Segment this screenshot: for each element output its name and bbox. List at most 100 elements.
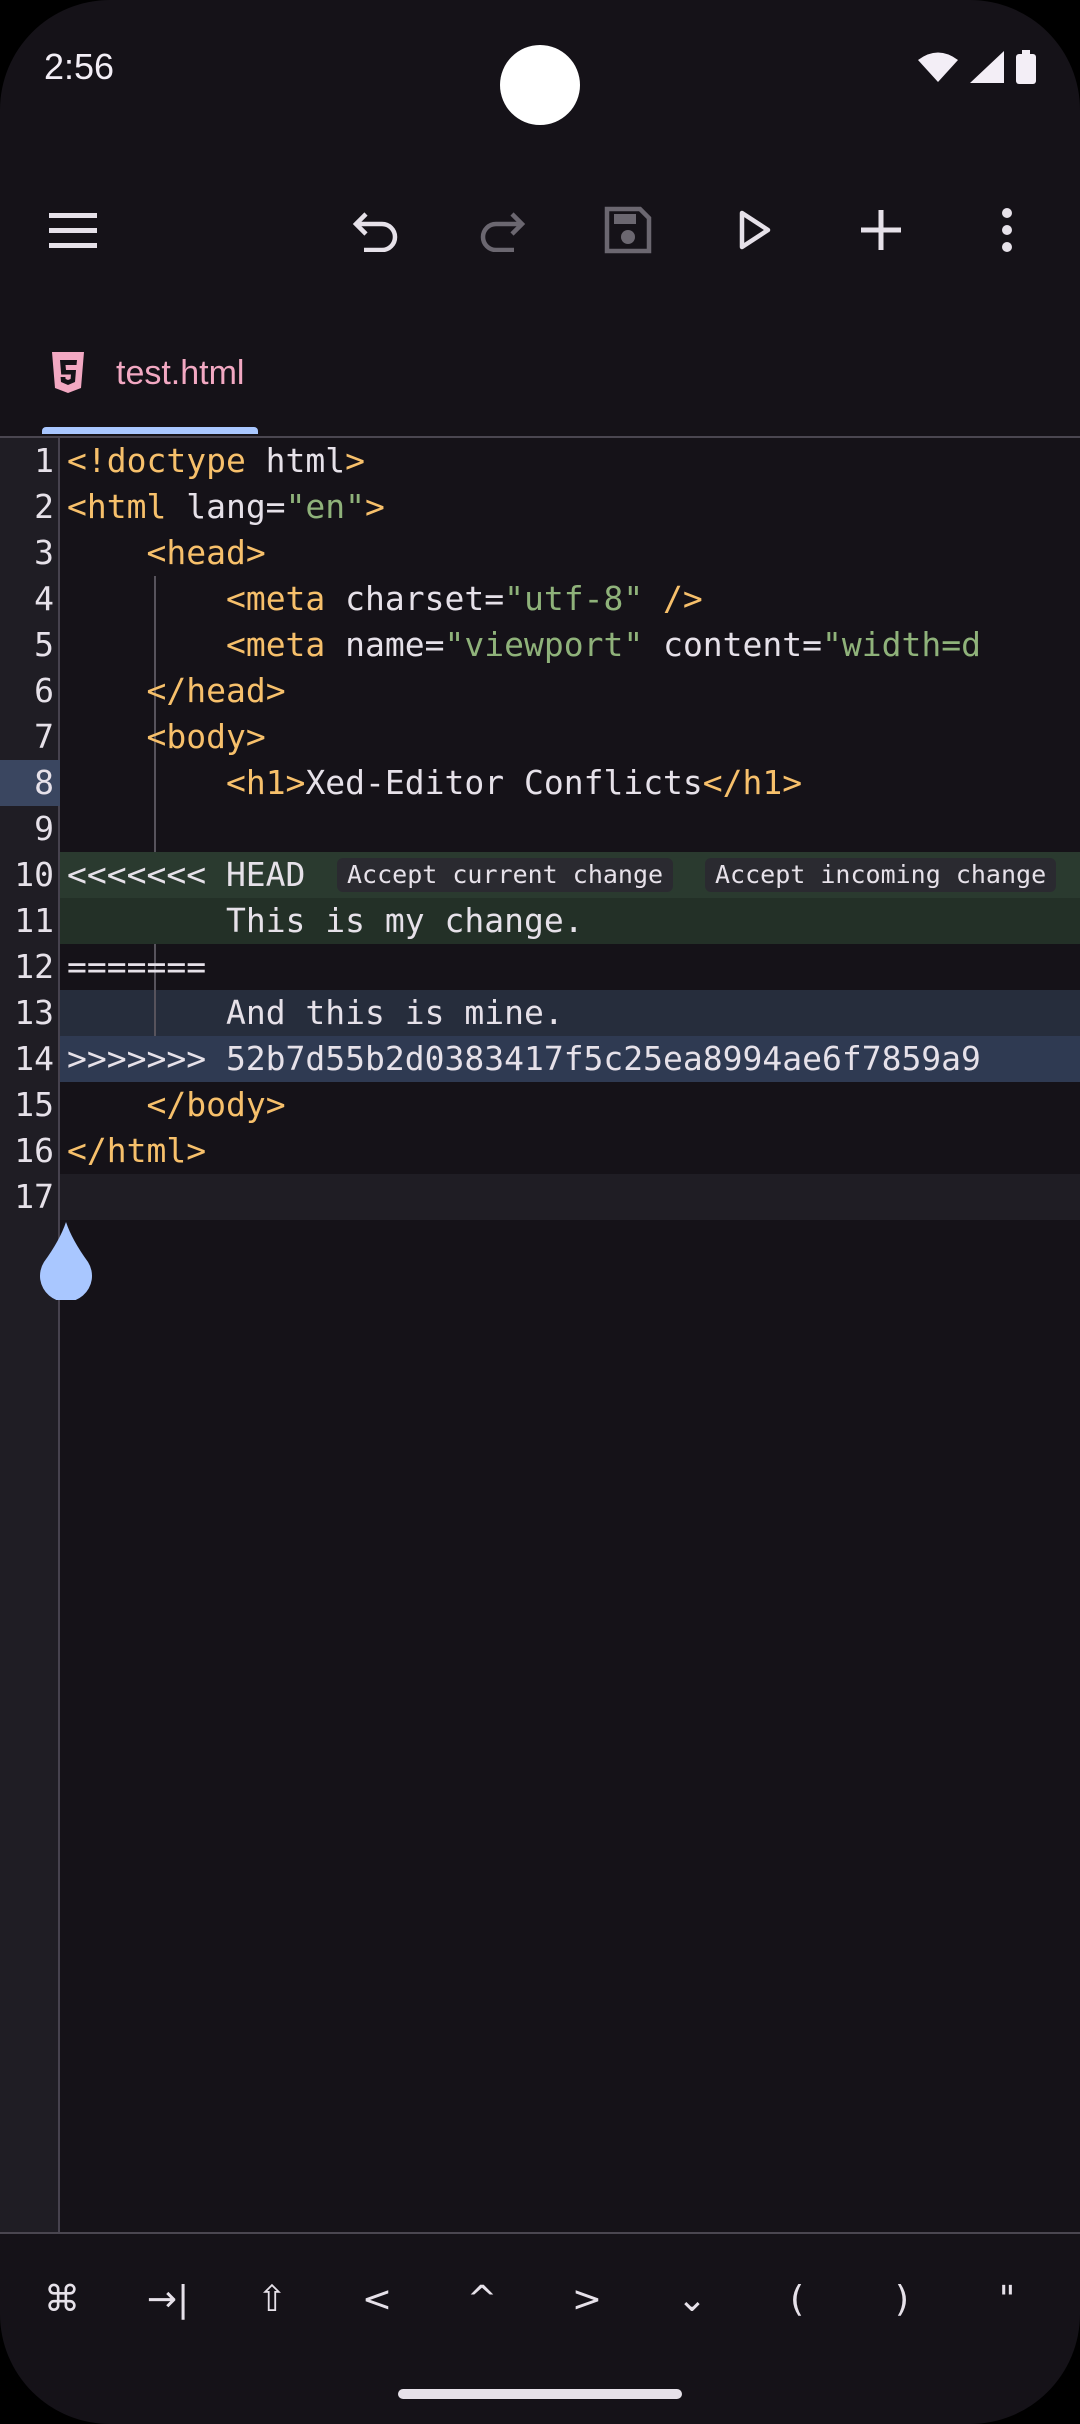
redo-icon[interactable] — [446, 175, 556, 285]
code-token: "width=d — [822, 625, 981, 664]
cursor-handle-icon[interactable] — [38, 1222, 94, 1300]
conflict-incoming-marker: >>>>>>> 52b7d55b2d0383417f5c25ea8994ae6f… — [67, 1039, 981, 1078]
code-token: <!doctype — [67, 441, 246, 480]
line-number: 8 — [34, 763, 54, 802]
conflict-marker-incoming[interactable]: 14 >>>>>>> 52b7d55b2d0383417f5c25ea8994a… — [0, 1036, 1080, 1082]
wifi-icon — [918, 52, 958, 82]
code-token: This is my change. — [225, 901, 584, 940]
code-token: </head> — [146, 671, 286, 710]
code-token: <h1> — [225, 763, 306, 802]
key-close-paren[interactable]: ) — [850, 2234, 954, 2364]
code-token: ======= — [67, 947, 207, 986]
code-line[interactable]: 15 </body> — [0, 1082, 1080, 1128]
conflict-head-marker: <<<<<<< HEAD — [67, 855, 306, 894]
key-tab[interactable]: →| — [116, 2234, 220, 2364]
code-token: And this is mine. — [225, 993, 564, 1032]
key-quote[interactable]: " — [955, 2234, 1059, 2364]
code-token: <meta — [225, 625, 326, 664]
line-number: 5 — [34, 625, 54, 664]
code-line[interactable]: 8 <h1>Xed-Editor Conflicts</h1> — [0, 760, 1080, 806]
key-down[interactable]: ⌄ — [640, 2234, 744, 2364]
line-number: 2 — [34, 487, 54, 526]
code-line[interactable]: 13 And this is mine. — [0, 990, 1080, 1036]
code-token: <html — [67, 487, 167, 526]
app-screen: 2:56 test.html 1 <!doctype html> 2 <html… — [0, 0, 1080, 2424]
code-token: html — [245, 441, 346, 480]
html5-icon — [52, 352, 84, 393]
line-number: 4 — [34, 579, 54, 618]
code-line[interactable]: 3 <head> — [0, 530, 1080, 576]
extra-keys-bar: ⌘ →| ⇧ < ^ > ⌄ ( ) " — [0, 2232, 1080, 2364]
code-token: name= — [325, 625, 445, 664]
code-token: </html> — [67, 1131, 207, 1170]
code-token: lang= — [166, 487, 286, 526]
line-number: 3 — [34, 533, 54, 572]
key-command[interactable]: ⌘ — [10, 2234, 114, 2364]
code-token: charset= — [325, 579, 505, 618]
code-line[interactable]: 11 This is my change. — [0, 898, 1080, 944]
signal-icon — [970, 51, 1004, 83]
code-token: </body> — [146, 1085, 286, 1124]
line-number: 14 — [14, 1039, 54, 1078]
undo-icon[interactable] — [322, 175, 432, 285]
code-line[interactable]: 16 </html> — [0, 1128, 1080, 1174]
code-token: <meta — [225, 579, 326, 618]
code-token: "en" — [285, 487, 366, 526]
line-number: 12 — [14, 947, 54, 986]
line-number: 9 — [34, 809, 54, 848]
line-number: 1 — [34, 441, 54, 480]
code-token: "viewport" — [444, 625, 644, 664]
code-line[interactable]: 9 — [0, 806, 1080, 852]
key-left[interactable]: < — [325, 2234, 429, 2364]
battery-icon — [1016, 50, 1036, 84]
tab-test-html[interactable]: test.html — [42, 320, 258, 436]
camera-cutout — [500, 45, 580, 125]
conflict-separator[interactable]: 12 ======= — [0, 944, 1080, 990]
line-number: 7 — [34, 717, 54, 756]
status-time: 2:56 — [44, 46, 115, 87]
accept-incoming-change-button[interactable]: Accept incoming change — [705, 858, 1057, 892]
code-token: Xed-Editor Conflicts — [305, 763, 703, 802]
code-line[interactable]: 1 <!doctype html> — [0, 438, 1080, 484]
code-token: </h1> — [702, 763, 803, 802]
code-token: > — [345, 441, 366, 480]
code-token: /> — [643, 579, 703, 618]
accept-current-change-button[interactable]: Accept current change — [337, 858, 674, 892]
tab-active-indicator — [42, 427, 258, 434]
editor-toolbar — [0, 175, 1080, 285]
code-token: "utf-8" — [504, 579, 644, 618]
save-icon[interactable] — [573, 175, 683, 285]
code-editor[interactable]: 1 <!doctype html> 2 <html lang="en"> 3 <… — [0, 438, 1080, 2232]
code-line[interactable]: 6 </head> — [0, 668, 1080, 714]
key-open-paren[interactable]: ( — [745, 2234, 849, 2364]
line-number: 16 — [14, 1131, 54, 1170]
conflict-marker-current[interactable]: 10 <<<<<<< HEAD Accept current change Ac… — [0, 852, 1080, 898]
line-number: 17 — [14, 1177, 54, 1216]
status-bar: 2:56 — [0, 0, 1080, 140]
file-tab-bar: test.html — [0, 320, 1080, 438]
code-line[interactable]: 17 — [0, 1174, 1080, 1220]
play-icon[interactable] — [700, 175, 810, 285]
tab-label: test.html — [116, 354, 245, 392]
key-up[interactable]: ^ — [430, 2234, 534, 2364]
code-token: content= — [643, 625, 823, 664]
line-number: 10 — [14, 855, 54, 894]
code-token: <body> — [146, 717, 266, 756]
plus-icon[interactable] — [826, 175, 936, 285]
key-right[interactable]: > — [535, 2234, 639, 2364]
code-token: <head> — [146, 533, 266, 572]
line-number: 11 — [14, 901, 54, 940]
line-number: 13 — [14, 993, 54, 1032]
key-shift[interactable]: ⇧ — [220, 2234, 324, 2364]
code-line[interactable]: 4 <meta charset="utf-8" /> — [0, 576, 1080, 622]
code-line[interactable]: 5 <meta name="viewport" content="width=d — [0, 622, 1080, 668]
code-line[interactable]: 2 <html lang="en"> — [0, 484, 1080, 530]
home-indicator[interactable] — [398, 2389, 682, 2399]
code-token: > — [365, 487, 385, 526]
hamburger-menu-icon[interactable] — [20, 175, 130, 285]
more-vert-icon[interactable] — [952, 175, 1062, 285]
code-line[interactable]: 7 <body> — [0, 714, 1080, 760]
status-icons — [918, 50, 1036, 84]
line-number: 15 — [14, 1085, 54, 1124]
line-number: 6 — [34, 671, 54, 710]
